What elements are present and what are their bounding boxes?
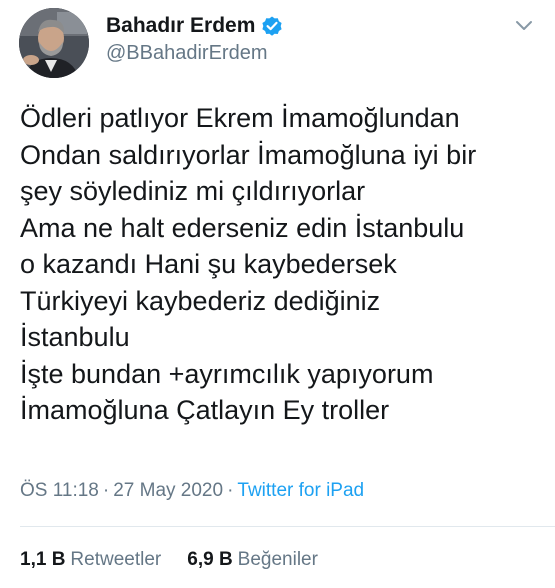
tweet-line: İstanbulu: [20, 322, 130, 352]
tweet-line: o kazandı Hani şu kaybedersek: [20, 249, 397, 279]
verified-badge-icon: [260, 14, 284, 38]
retweets-label: Retweetler: [70, 549, 162, 570]
tweet-text: Ödleri patlıyor Ekrem İmamoğlundan Ondan…: [20, 100, 545, 429]
tweet-stats: 1,1 B Retweetler 6,9 B Beğeniler: [20, 549, 344, 571]
name-row: Bahadır Erdem: [106, 13, 284, 39]
meta-separator: ·: [227, 480, 234, 501]
likes-stat[interactable]: 6,9 B Beğeniler: [187, 549, 318, 571]
retweets-count: 1,1 B: [20, 549, 66, 570]
tweet-line: İşte bundan +ayrımcılık yapıyorum: [20, 358, 434, 389]
tweet-line: Türkiyeyi kaybederiz dediğiniz: [20, 285, 381, 316]
user-handle[interactable]: @BBahadirErdem: [106, 42, 267, 65]
tweet-line: Ondan saldırıyorlar İmamoğluna iyi bir: [20, 139, 477, 170]
tweet-card: Bahadır Erdem @BBahadirErdem Ödleri patl…: [0, 0, 555, 588]
tweet-line: Ama ne halt ederseniz edin İstanbulu: [20, 212, 465, 243]
chevron-down-icon[interactable]: [511, 12, 537, 38]
retweets-stat[interactable]: 1,1 B Retweetler: [20, 549, 161, 571]
tweet-line: şey söylediniz mi çıldırıyorlar: [20, 176, 366, 206]
tweet-line: İmamoğluna Çatlayın Ey troller: [20, 395, 390, 425]
meta-separator: ·: [102, 480, 110, 501]
divider: [20, 526, 555, 527]
avatar-image: [19, 8, 89, 78]
tweet-source-link[interactable]: Twitter for iPad: [237, 480, 364, 501]
likes-label: Beğeniler: [237, 549, 318, 570]
display-name[interactable]: Bahadır Erdem: [106, 14, 255, 38]
tweet-meta: ÖS 11:18 · 27 May 2020 · Twitter for iPad: [20, 480, 364, 502]
avatar[interactable]: [19, 8, 89, 78]
tweet-time[interactable]: ÖS 11:18: [20, 480, 99, 501]
tweet-line: Ödleri patlıyor Ekrem İmamoğlundan: [20, 103, 460, 133]
likes-count: 6,9 B: [187, 549, 233, 570]
tweet-date[interactable]: 27 May 2020: [113, 480, 223, 501]
